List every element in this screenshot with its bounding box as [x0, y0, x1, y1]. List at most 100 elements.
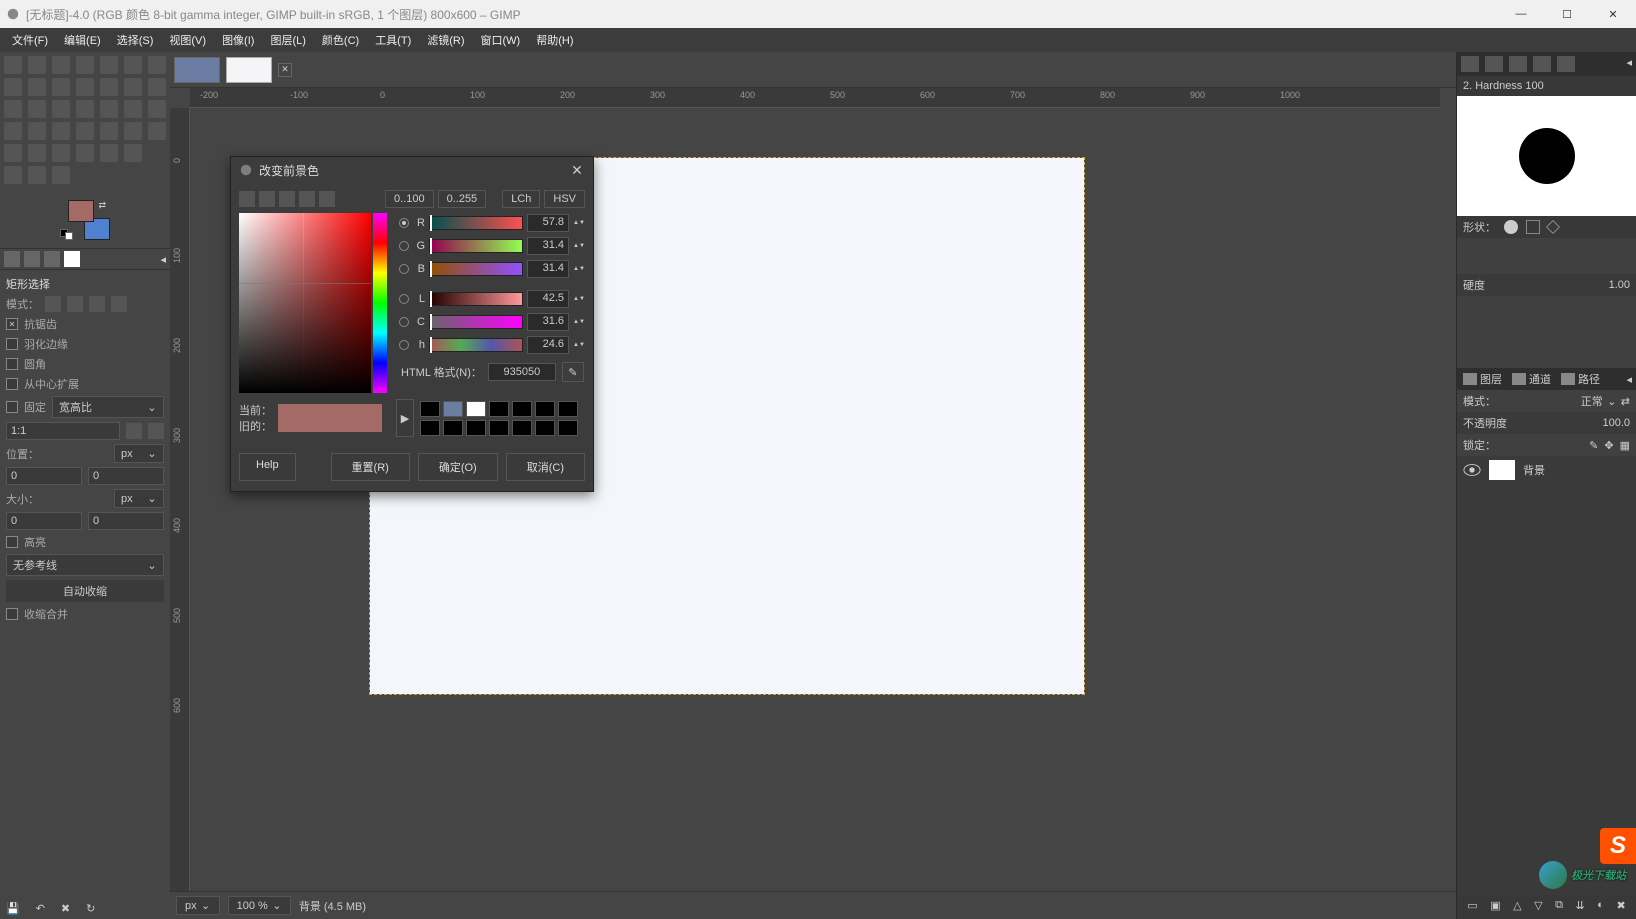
tool-icon[interactable] — [124, 122, 142, 140]
tool-icon[interactable] — [76, 122, 94, 140]
history-swatch[interactable] — [466, 401, 486, 417]
tool-icon[interactable] — [100, 100, 118, 118]
mask-icon[interactable]: ◐ — [1597, 899, 1604, 915]
mode-switch-icon[interactable]: ⇄ — [1621, 395, 1630, 408]
c-radio[interactable] — [399, 317, 409, 327]
pos-y-input[interactable]: 0 — [88, 467, 164, 485]
minimize-button[interactable]: — — [1498, 0, 1544, 28]
g-radio[interactable] — [399, 241, 409, 251]
pos-unit-select[interactable]: px⌄ — [114, 444, 164, 463]
mode-subtract-icon[interactable] — [89, 296, 105, 312]
ratio-input[interactable]: 1:1 — [6, 422, 120, 440]
tool-icon[interactable] — [28, 100, 46, 118]
shrinkmerged-checkbox[interactable] — [6, 608, 18, 620]
menu-image[interactable]: 图像(I) — [214, 32, 262, 48]
menu-windows[interactable]: 窗口(W) — [473, 32, 529, 48]
menu-edit[interactable]: 编辑(E) — [56, 32, 109, 48]
shape-square-icon[interactable] — [1526, 220, 1540, 234]
maximize-button[interactable]: ☐ — [1544, 0, 1590, 28]
h-slider[interactable] — [429, 338, 523, 352]
history-swatch[interactable] — [420, 420, 440, 436]
watercolor-selector-icon[interactable] — [279, 191, 295, 207]
tab-menu-icon[interactable]: ◂ — [1626, 56, 1632, 72]
tool-icon[interactable] — [124, 144, 142, 162]
lch-button[interactable]: LCh — [502, 190, 540, 208]
mode-intersect-icon[interactable] — [111, 296, 127, 312]
tool-icon[interactable] — [76, 56, 94, 74]
l-value[interactable]: 42.5 — [527, 290, 569, 308]
delete-layer-icon[interactable]: ✖ — [1616, 899, 1625, 915]
hardness-value[interactable]: 1.00 — [1609, 279, 1630, 291]
editor-tab-icon[interactable] — [1557, 56, 1575, 72]
tool-icon[interactable] — [4, 56, 22, 74]
image-tab-active[interactable] — [226, 57, 272, 83]
history-swatch[interactable] — [443, 420, 463, 436]
hsv-button[interactable]: HSV — [544, 190, 585, 208]
tab-menu-icon[interactable]: ◂ — [1626, 373, 1632, 386]
layers-tab[interactable]: 图层 — [1461, 371, 1504, 387]
tab-icon[interactable] — [64, 251, 80, 267]
spinner-icon[interactable]: ▲▼ — [573, 266, 585, 273]
html-notation-input[interactable]: 935050 — [488, 363, 556, 381]
tool-icon[interactable] — [4, 100, 22, 118]
history-swatch[interactable] — [512, 420, 532, 436]
brushes-tab-icon[interactable] — [1461, 56, 1479, 72]
history-tab-icon[interactable] — [1533, 56, 1551, 72]
help-button[interactable]: Help — [239, 453, 296, 481]
dialog-close-icon[interactable]: ✕ — [569, 162, 585, 179]
tool-icon[interactable] — [4, 122, 22, 140]
paths-tab[interactable]: 路径 — [1559, 371, 1602, 387]
lock-position-icon[interactable]: ✥ — [1604, 439, 1613, 452]
g-slider[interactable] — [429, 239, 523, 253]
fixed-checkbox[interactable] — [6, 401, 18, 413]
autoshrink-button[interactable]: 自动收缩 — [63, 583, 107, 599]
channels-tab[interactable]: 通道 — [1510, 371, 1553, 387]
hue-bar[interactable] — [373, 213, 387, 393]
history-swatch[interactable] — [466, 420, 486, 436]
tool-icon[interactable] — [100, 144, 118, 162]
g-value[interactable]: 31.4 — [527, 237, 569, 255]
wheel-selector-icon[interactable] — [299, 191, 315, 207]
scale-0-255-button[interactable]: 0..255 — [438, 190, 487, 208]
close-tab-icon[interactable]: ✕ — [278, 63, 292, 77]
palette-selector-icon[interactable] — [319, 191, 335, 207]
history-swatch[interactable] — [443, 401, 463, 417]
history-swatch[interactable] — [489, 420, 509, 436]
tool-icon[interactable] — [124, 100, 142, 118]
tool-icon[interactable] — [4, 78, 22, 96]
scale-0-100-button[interactable]: 0..100 — [385, 190, 434, 208]
tool-icon[interactable] — [28, 78, 46, 96]
delete-preset-icon[interactable]: ✖ — [61, 902, 70, 915]
rounded-checkbox[interactable] — [6, 358, 18, 370]
r-slider[interactable] — [429, 216, 523, 230]
history-swatch[interactable] — [535, 401, 555, 417]
tool-icon[interactable] — [52, 56, 70, 74]
tool-icon[interactable] — [4, 144, 22, 162]
spinner-icon[interactable]: ▲▼ — [573, 243, 585, 250]
tool-icon[interactable] — [52, 122, 70, 140]
mode-replace-icon[interactable] — [45, 296, 61, 312]
chevron-down-icon[interactable]: ⌄ — [1607, 395, 1617, 408]
c-value[interactable]: 31.6 — [527, 313, 569, 331]
tool-icon[interactable] — [148, 122, 166, 140]
gimp-selector-icon[interactable] — [239, 191, 255, 207]
menu-help[interactable]: 帮助(H) — [528, 32, 581, 48]
lock-alpha-icon[interactable]: ▦ — [1620, 439, 1630, 452]
tool-icon[interactable] — [28, 122, 46, 140]
tab-icon[interactable] — [4, 251, 20, 267]
duplicate-layer-icon[interactable]: ⧉ — [1555, 899, 1563, 915]
tool-icon[interactable] — [124, 78, 142, 96]
patterns-tab-icon[interactable] — [1485, 56, 1503, 72]
tool-icon[interactable] — [52, 100, 70, 118]
tab-menu-icon[interactable]: ◂ — [160, 253, 166, 266]
spinner-icon[interactable]: ▲▼ — [573, 296, 585, 303]
l-slider[interactable] — [429, 292, 523, 306]
fg-color-swatch[interactable] — [68, 200, 94, 222]
new-layer-icon[interactable]: ▭ — [1467, 899, 1477, 915]
history-swatch[interactable] — [558, 420, 578, 436]
merge-down-icon[interactable]: ⇊ — [1576, 899, 1585, 915]
image-tab[interactable] — [174, 57, 220, 83]
fromcenter-checkbox[interactable] — [6, 378, 18, 390]
current-color-swatch[interactable] — [278, 404, 382, 418]
layer-name[interactable]: 背景 — [1523, 462, 1545, 478]
